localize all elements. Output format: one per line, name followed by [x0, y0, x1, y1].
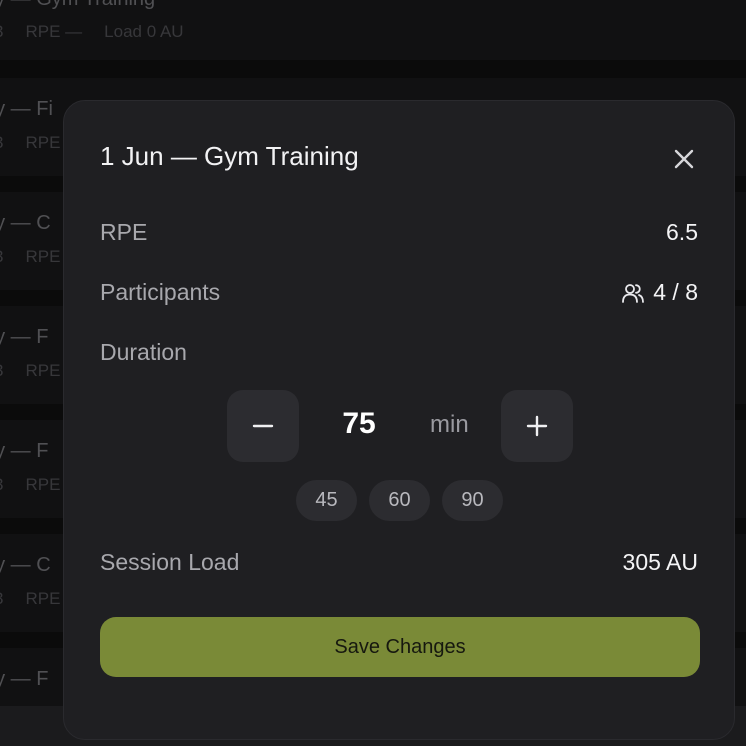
decrease-duration-button[interactable] — [227, 390, 299, 462]
duration-preset-45[interactable]: 45 — [296, 480, 357, 521]
session-load-value: 305 AU — [623, 549, 698, 576]
plus-icon — [525, 414, 549, 438]
duration-preset-60[interactable]: 60 — [369, 480, 430, 521]
duration-value[interactable]: 75 — [314, 407, 404, 441]
session-load-label: Session Load — [100, 549, 239, 576]
rpe-value: 6.5 — [666, 219, 698, 246]
duration-label: Duration — [100, 339, 187, 366]
duration-preset-90[interactable]: 90 — [442, 480, 503, 521]
save-changes-button[interactable]: Save Changes — [100, 617, 700, 677]
edit-session-modal: 1 Jun — Gym Training RPE 6.5 Participant… — [63, 100, 735, 740]
duration-unit: min — [430, 411, 469, 439]
close-button[interactable] — [670, 145, 698, 173]
rpe-label: RPE — [100, 219, 147, 246]
minus-icon — [251, 414, 275, 438]
participants-value-group: 4 / 8 — [621, 279, 698, 306]
increase-duration-button[interactable] — [501, 390, 573, 462]
modal-title: 1 Jun — Gym Training — [100, 141, 359, 172]
participants-label: Participants — [100, 279, 220, 306]
users-icon — [621, 282, 645, 304]
close-icon — [670, 145, 698, 173]
participants-value: 4 / 8 — [653, 279, 698, 306]
